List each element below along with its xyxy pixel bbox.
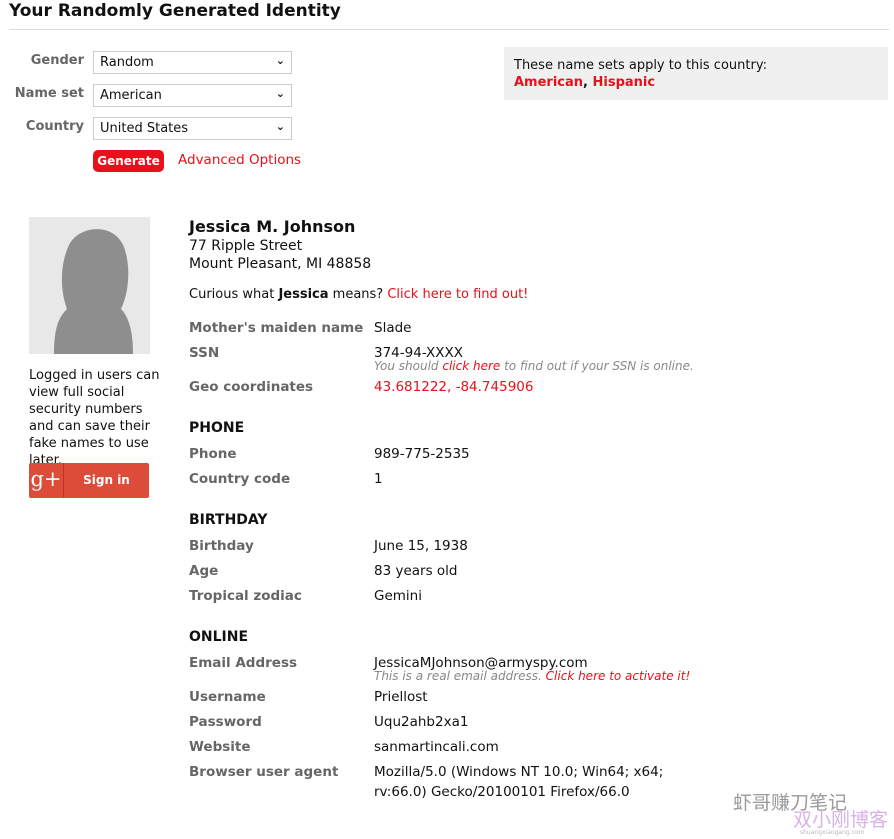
watermark-blog: 双小刚博客 [793,809,889,831]
separator: , [583,75,593,90]
google-signin-button[interactable]: g+ Sign in [29,463,149,498]
name-set-select[interactable]: American ⌄ [93,84,292,107]
birthday-row: Birthday June 15, 1938 [189,538,468,554]
zodiac-row: Tropical zodiac Gemini [189,588,422,604]
website-row: Website sanmartincali.com [189,739,499,755]
geo-link[interactable]: 43.681222, -84.745906 [374,375,533,400]
login-note: Logged in users can view full social sec… [29,368,160,468]
activate-email-link[interactable]: Click here to activate it! [546,669,691,683]
age-row: Age 83 years old [189,563,458,579]
name-meaning: Curious what Jessica means? Click here t… [189,287,529,302]
street: 77 Ripple Street [189,238,303,254]
country-label: Country [25,119,84,134]
name-set-link-hispanic[interactable]: Hispanic [593,75,656,90]
page-title: Your Randomly Generated Identity [9,1,341,21]
password-row: Password Uqu2ahb2xa1 [189,714,469,730]
country-select[interactable]: United States ⌄ [93,117,292,140]
email-note: This is a real email address. Click here… [374,669,691,683]
name-set-value: American [100,88,162,103]
name-set-label: Name set [14,86,84,101]
city: Mount Pleasant, MI 48858 [189,256,372,272]
avatar [29,217,150,354]
chevron-down-icon: ⌄ [275,87,285,100]
google-plus-icon: g+ [29,463,64,498]
signin-label: Sign in [83,473,130,487]
country-value: United States [100,121,189,136]
country-code-row: Country code 1 [189,471,383,487]
chevron-down-icon: ⌄ [275,54,285,67]
username-row: Username Priellost [189,689,428,705]
name-sets-info: These name sets apply to this country: A… [504,47,888,100]
ssn-check-link[interactable]: click here [442,359,500,373]
name-meaning-link[interactable]: Click here to find out! [387,287,528,302]
chevron-down-icon: ⌄ [275,120,285,133]
info-text: These name sets apply to this country: [514,58,767,73]
phone-heading: PHONE [189,420,245,436]
divider [9,29,889,30]
maiden-row: Mother's maiden name Slade [189,320,412,336]
name-set-link-american[interactable]: American [514,75,583,90]
ssn-note: You should click here to find out if you… [374,359,694,373]
full-name: Jessica M. Johnson [189,217,356,236]
advanced-options-link[interactable]: Advanced Options [178,152,301,168]
identity-details: Jessica M. Johnson 77 Ripple Street Moun… [189,217,869,802]
gender-label: Gender [30,53,84,68]
gender-value: Random [100,55,154,70]
geo-row: Geo coordinates 43.681222, -84.745906 [189,375,869,400]
generate-button[interactable]: Generate [93,150,164,172]
phone-row: Phone 989-775-2535 [189,446,470,462]
birthday-heading: BIRTHDAY [189,512,268,528]
gender-select[interactable]: Random ⌄ [93,51,292,74]
online-heading: ONLINE [189,629,249,645]
watermark-url: shuangxiaogang.com [800,829,865,836]
